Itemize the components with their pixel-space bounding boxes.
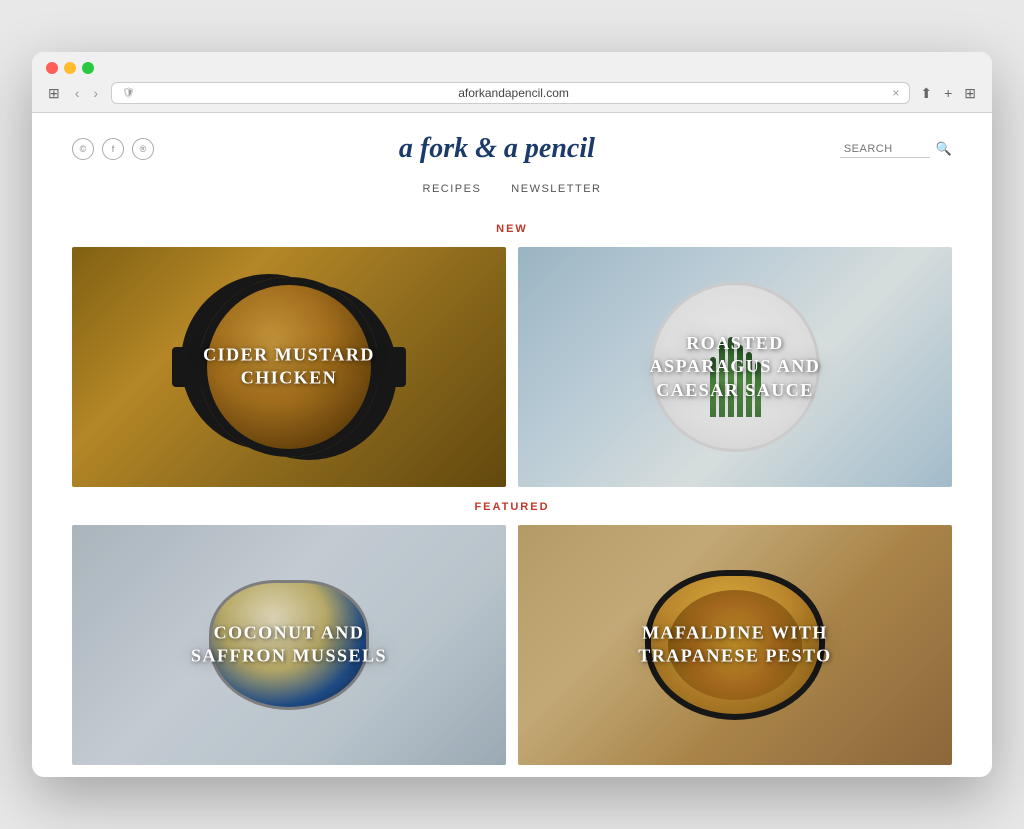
site-title: a fork & a pencil [154,133,840,165]
nav-buttons: ‹ › [70,83,103,103]
site-nav: RECIPES NEWSLETTER [32,175,992,209]
recipe-card-mussels[interactable]: COCONUT ANDSAFFRON MUSSELS [72,525,506,765]
search-area: 🔍 [840,141,952,158]
social-icon-facebook[interactable]: f [102,138,124,160]
security-icon: 🛡 [122,88,135,99]
url-display: aforkandapencil.com [141,86,887,100]
tab-close-icon[interactable]: × [892,86,899,100]
browser-window: ⊞ ‹ › 🛡 aforkandapencil.com × ⬆ + ⊞ © f [32,52,992,777]
social-icon-registered[interactable]: ® [132,138,154,160]
social-icons: © f ® [72,138,154,160]
recipe-card-cider[interactable]: CIDER MUSTARDCHICKEN [72,247,506,487]
website-content: © f ® a fork & a pencil 🔍 RECIPES NEWSLE… [32,113,992,765]
recipe-card-pasta[interactable]: MAFALDINE WITHTRAPANESE PESTO [518,525,952,765]
new-recipes-grid: CIDER MUSTARDCHICKEN [32,247,992,487]
browser-toolbar: ⊞ ‹ › 🛡 aforkandapencil.com × ⬆ + ⊞ [46,82,978,104]
browser-chrome: ⊞ ‹ › 🛡 aforkandapencil.com × ⬆ + ⊞ [32,52,992,113]
recipe-title-cider: CIDER MUSTARDCHICKEN [72,324,506,411]
grid-button[interactable]: ⊞ [962,83,978,104]
traffic-lights [46,62,978,74]
social-icon-copy[interactable]: © [72,138,94,160]
minimize-button[interactable] [64,62,76,74]
site-header: © f ® a fork & a pencil 🔍 [32,113,992,175]
recipe-card-asparagus[interactable]: ROASTEDASPARAGUS ANDCAESAR SAUCE [518,247,952,487]
address-bar[interactable]: 🛡 aforkandapencil.com × [111,82,910,104]
share-button[interactable]: ⬆ [918,83,934,104]
nav-recipes[interactable]: RECIPES [423,183,482,195]
recipe-title-mussels: COCONUT ANDSAFFRON MUSSELS [72,602,506,689]
sidebar-toggle-button[interactable]: ⊞ [46,83,62,104]
browser-actions: ⬆ + ⊞ [918,83,978,104]
search-input[interactable] [840,141,930,158]
maximize-button[interactable] [82,62,94,74]
new-tab-button[interactable]: + [942,83,954,103]
search-icon[interactable]: 🔍 [936,141,952,157]
recipe-title-asparagus: ROASTEDASPARAGUS ANDCAESAR SAUCE [518,312,952,422]
section-label-new: NEW [32,223,992,235]
recipe-title-pasta: MAFALDINE WITHTRAPANESE PESTO [518,602,952,689]
forward-button[interactable]: › [88,83,103,103]
close-button[interactable] [46,62,58,74]
section-label-featured: FEATURED [32,501,992,513]
back-button[interactable]: ‹ [70,83,85,103]
nav-newsletter[interactable]: NEWSLETTER [511,183,601,195]
featured-recipes-grid: COCONUT ANDSAFFRON MUSSELS MAFALDINE WIT… [32,525,992,765]
